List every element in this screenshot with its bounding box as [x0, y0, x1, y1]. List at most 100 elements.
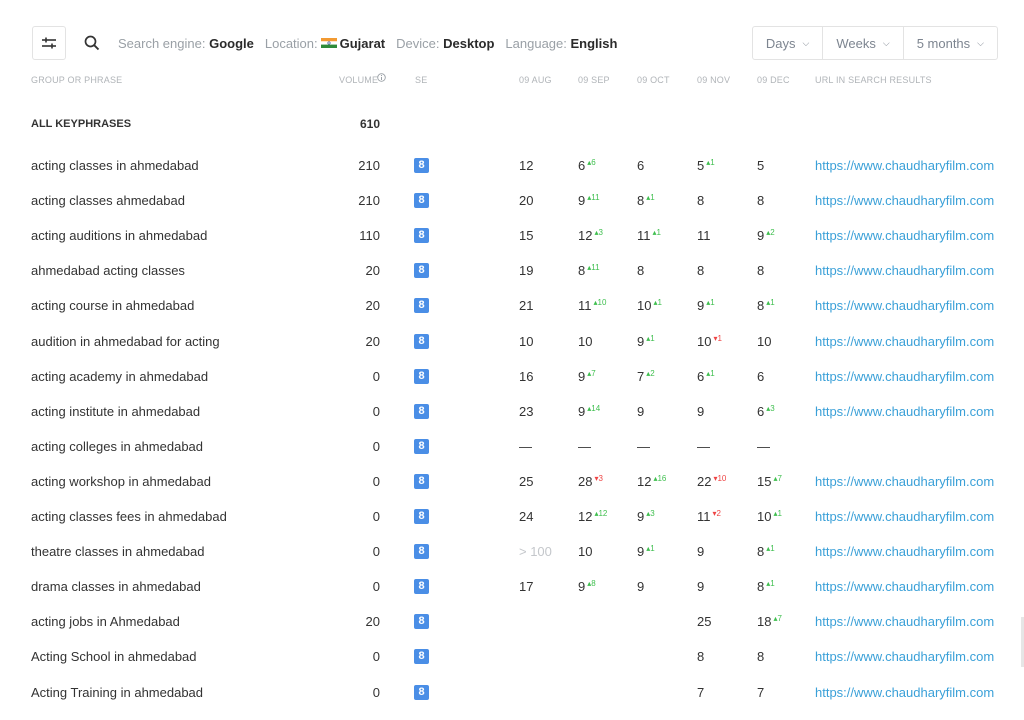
position-value: 9	[637, 509, 645, 524]
result-url-link[interactable]: https://www.chaudharyfilm.com	[815, 614, 994, 630]
position-value: 5	[757, 158, 765, 173]
google-icon[interactable]: 8	[414, 614, 429, 630]
table-row[interactable]: acting classes fees in ahmedabad 0 8 24 12 ▴1…	[0, 509, 1024, 544]
keyphrase-text[interactable]: acting classes in ahmedabad	[31, 158, 199, 174]
keyphrase-text[interactable]: acting workshop in ahmedabad	[31, 474, 211, 490]
header-date-4[interactable]: 09 NOV	[697, 75, 730, 85]
table-row[interactable]: acting academy in ahmedabad 0 8 16 9 ▴7 7 ▴2 6 ▴1…	[0, 368, 1024, 404]
result-url-link[interactable]: https://www.chaudharyfilm.com	[815, 579, 994, 595]
header-volume[interactable]: VOLUME	[339, 75, 378, 85]
result-url-link[interactable]: https://www.chaudharyfilm.com	[815, 685, 994, 701]
google-icon[interactable]: 8	[414, 228, 429, 244]
table-row[interactable]: acting institute in ahmedabad 0 8 23 9 ▴14 9 9 6…	[0, 403, 1024, 439]
result-url-link[interactable]: https://www.chaudharyfilm.com	[815, 474, 994, 490]
google-icon[interactable]: 8	[414, 298, 429, 314]
google-icon[interactable]: 8	[414, 579, 429, 595]
header-url[interactable]: URL IN SEARCH RESULTS	[815, 75, 932, 85]
table-row[interactable]: Acting School in ahmedabad 0 8 8 8 https://ww…	[0, 649, 1024, 684]
header-date-2[interactable]: 09 SEP	[578, 75, 610, 85]
result-url-link[interactable]: https://www.chaudharyfilm.com	[815, 263, 994, 279]
sliders-icon[interactable]	[32, 26, 66, 60]
keyphrase-text[interactable]: drama classes in ahmedabad	[31, 579, 201, 595]
table-row[interactable]: acting course in ahmedabad 20 8 21 11 ▴10 10 ▴1…	[0, 298, 1024, 333]
keyphrase-text[interactable]: acting jobs in Ahmedabad	[31, 614, 180, 630]
volume-value: 20	[365, 263, 380, 279]
google-icon[interactable]: 8	[414, 544, 429, 560]
period-days-dropdown[interactable]: Days ⌵	[753, 27, 822, 59]
keyphrase-text[interactable]: acting course in ahmedabad	[31, 298, 194, 314]
position-cell: 9	[697, 404, 704, 420]
keyphrase-text[interactable]: theatre classes in ahmedabad	[31, 544, 204, 560]
google-icon[interactable]: 8	[414, 193, 429, 209]
table-row[interactable]: Acting Training in ahmedabad 0 8 7 7 https://…	[0, 684, 1024, 720]
keyphrase-text[interactable]: acting institute in ahmedabad	[31, 404, 200, 420]
position-cell: 11 ▴1	[637, 228, 661, 246]
header-phrase[interactable]: GROUP OR PHRASE	[31, 75, 122, 85]
table-row[interactable]: acting auditions in ahmedabad 110 8 15 12 ▴3 1…	[0, 228, 1024, 263]
keyphrase-text[interactable]: acting classes fees in ahmedabad	[31, 509, 227, 525]
header-date-3[interactable]: 09 OCT	[637, 75, 670, 85]
filter-location-value[interactable]: Gujarat	[340, 36, 386, 51]
google-icon[interactable]: 8	[414, 333, 429, 349]
position-cell: 8 ▴1	[637, 193, 655, 211]
header-date-5[interactable]: 09 DEC	[757, 75, 790, 85]
result-url-link[interactable]: https://www.chaudharyfilm.com	[815, 193, 994, 209]
keyphrase-text[interactable]: audition in ahmedabad for acting	[31, 334, 220, 350]
position-cell: 8	[637, 263, 644, 279]
result-url-link[interactable]: https://www.chaudharyfilm.com	[815, 509, 994, 525]
position-value: 8	[637, 193, 645, 209]
google-icon[interactable]: 8	[414, 263, 429, 279]
info-icon[interactable]	[377, 73, 386, 84]
header-se[interactable]: SE	[415, 75, 427, 85]
table-row[interactable]: theatre classes in ahmedabad 0 8 > 100 10 9 ▴1…	[0, 544, 1024, 579]
result-url-link[interactable]: https://www.chaudharyfilm.com	[815, 158, 994, 174]
keyphrase-text[interactable]: Acting School in ahmedabad	[31, 649, 197, 665]
header-date-1[interactable]: 09 AUG	[519, 75, 552, 85]
table-row[interactable]: acting classes in ahmedabad 210 8 12 6 ▴6 6 5 ▴1…	[0, 158, 1024, 193]
position-value: 9	[637, 544, 645, 560]
table-row[interactable]: ahmedabad acting classes 20 8 19 8 ▴11 8 8 8 http…	[0, 263, 1024, 298]
filter-language-value[interactable]: English	[571, 36, 618, 51]
result-url-link[interactable]: https://www.chaudharyfilm.com	[815, 404, 994, 420]
result-url-link[interactable]: https://www.chaudharyfilm.com	[815, 544, 994, 560]
result-url-link[interactable]: https://www.chaudharyfilm.com	[815, 334, 994, 350]
keyphrase-text[interactable]: acting auditions in ahmedabad	[31, 228, 207, 244]
position-value: 10	[578, 333, 593, 349]
result-url-link[interactable]: https://www.chaudharyfilm.com	[815, 298, 994, 314]
result-url-link[interactable]: https://www.chaudharyfilm.com	[815, 228, 994, 244]
keyphrase-text[interactable]: acting classes ahmedabad	[31, 193, 185, 209]
google-icon[interactable]: 8	[414, 509, 429, 524]
table-row[interactable]: acting classes ahmedabad 210 8 20 9 ▴11 8 ▴1 8 8 h…	[0, 193, 1024, 228]
position-cell: 6 ▴1	[697, 369, 715, 387]
period-weeks-dropdown[interactable]: Weeks ⌵	[822, 27, 902, 59]
filter-device-value[interactable]: Desktop	[443, 36, 494, 51]
google-icon[interactable]: 8	[414, 684, 429, 700]
google-icon[interactable]: 8	[414, 158, 429, 173]
table-row[interactable]: acting workshop in ahmedabad 0 8 25 28 ▾3 12 ▴1…	[0, 473, 1024, 509]
position-cell: 10 ▴1	[757, 509, 782, 527]
position-value: 9	[697, 403, 705, 419]
keyphrase-text[interactable]: acting academy in ahmedabad	[31, 369, 208, 385]
table-row[interactable]: drama classes in ahmedabad 0 8 17 9 ▴8 9 9 8 ▴1 ht…	[0, 579, 1024, 614]
period-months-dropdown[interactable]: 5 months ⌵	[902, 27, 997, 59]
position-value: 5	[697, 158, 705, 173]
keyphrase-text[interactable]: Acting Training in ahmedabad	[31, 685, 203, 701]
all-keyphrases-row[interactable]: ALL KEYPHRASES 610	[0, 116, 1024, 151]
google-icon[interactable]: 8	[414, 438, 429, 454]
position-cell: 9 ▴1	[697, 298, 715, 316]
keyphrase-text[interactable]: acting colleges in ahmedabad	[31, 439, 203, 455]
google-icon[interactable]: 8	[414, 368, 429, 384]
filter-engine-value[interactable]: Google	[209, 36, 254, 51]
table-row[interactable]: acting jobs in Ahmedabad 20 8 25 18 ▴7 https:/…	[0, 614, 1024, 649]
google-icon[interactable]: 8	[414, 473, 429, 489]
result-url-link[interactable]: https://www.chaudharyfilm.com	[815, 649, 994, 665]
position-rise-badge: ▴3	[594, 228, 603, 238]
keyphrase-text[interactable]: ahmedabad acting classes	[31, 263, 185, 279]
google-icon[interactable]: 8	[414, 403, 429, 419]
google-icon[interactable]: 8	[414, 649, 429, 665]
result-url-link[interactable]: https://www.chaudharyfilm.com	[815, 369, 994, 385]
search-icon[interactable]	[75, 26, 109, 60]
table-row[interactable]: audition in ahmedabad for acting 20 8 10 10 9…	[0, 333, 1024, 369]
position-cell: > 100	[519, 544, 552, 560]
table-row[interactable]: acting colleges in ahmedabad 0 8 — — — — —	[0, 438, 1024, 474]
